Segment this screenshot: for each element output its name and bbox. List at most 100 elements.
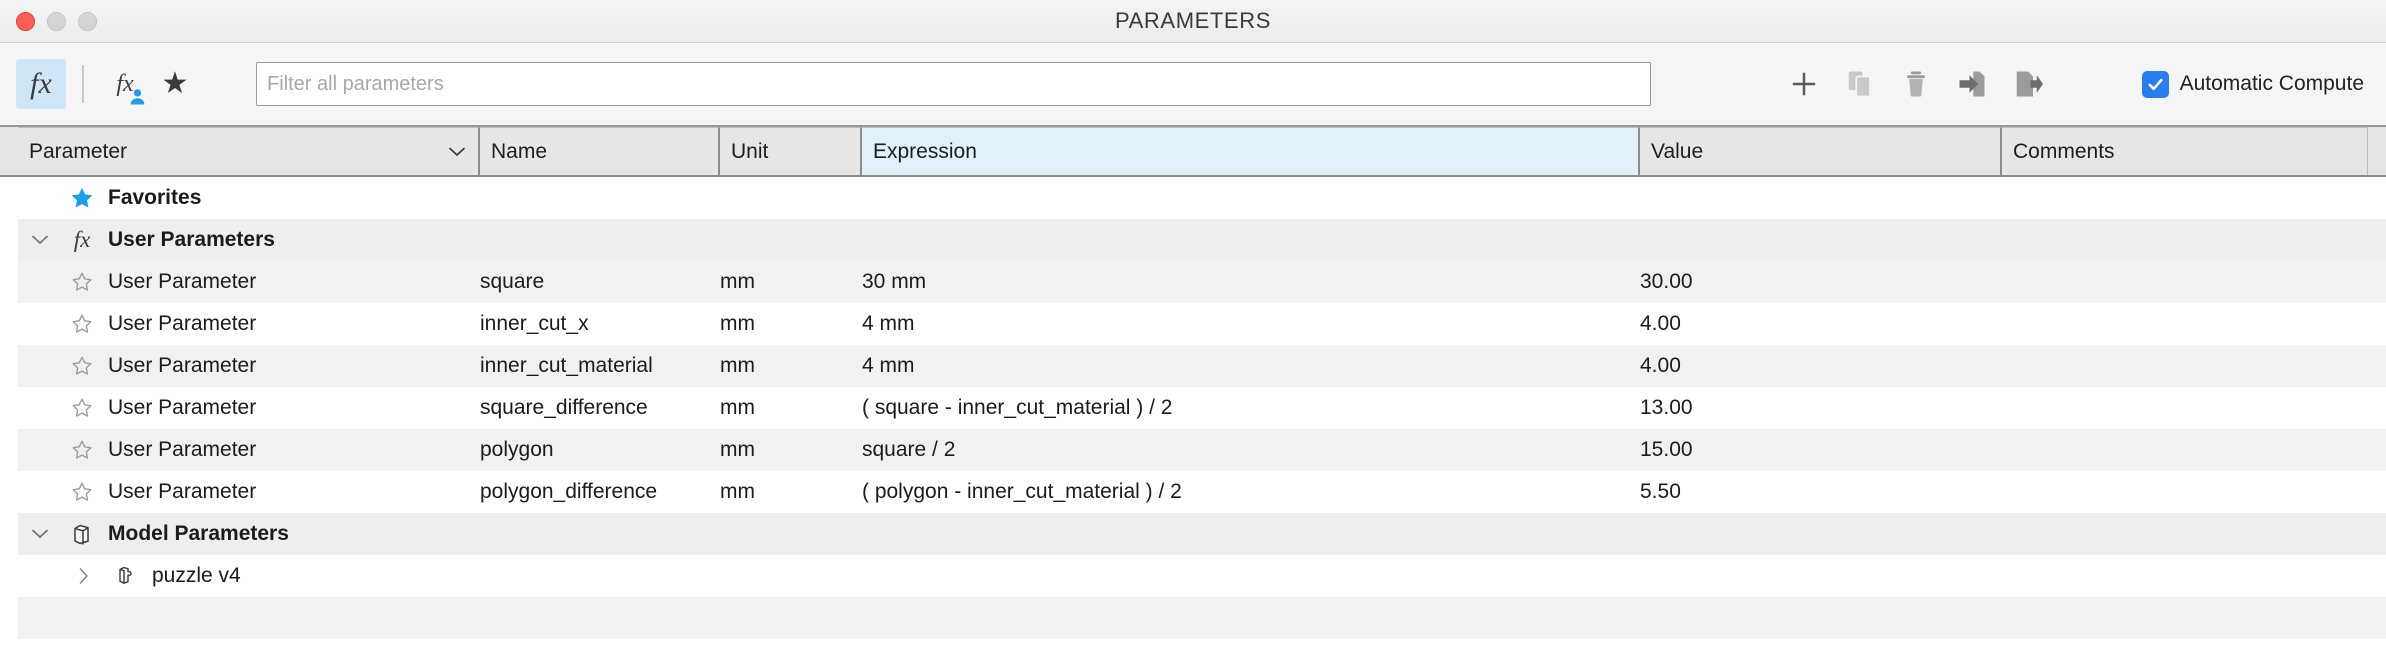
row-parameter-cell: Favorites	[18, 177, 480, 219]
table-row[interactable]: Favorites	[18, 177, 2386, 219]
column-header-comments[interactable]: Comments	[2002, 127, 2368, 175]
automatic-compute-label: Automatic Compute	[2179, 72, 2364, 95]
row-comments-cell[interactable]	[2002, 471, 2368, 513]
close-window-button[interactable]	[16, 11, 35, 31]
chevron-down-icon[interactable]	[18, 529, 62, 539]
row-name-cell	[480, 219, 720, 261]
column-header-value[interactable]: Value	[1640, 127, 2002, 175]
star-outline-icon[interactable]	[62, 312, 102, 336]
row-expression-cell[interactable]: 4 mm	[862, 345, 1640, 387]
row-value-cell	[1640, 219, 2002, 261]
row-unit-cell[interactable]: mm	[720, 471, 862, 513]
row-comments-cell[interactable]	[2002, 261, 2368, 303]
search-input[interactable]	[256, 62, 1651, 106]
minimize-window-button[interactable]	[47, 11, 66, 31]
row-name-cell[interactable]: square_difference	[480, 387, 720, 429]
delete-icon	[1906, 71, 1925, 97]
star-filled-icon	[62, 185, 102, 211]
table-empty-row	[18, 597, 2386, 639]
table-row[interactable]: fx User Parameters	[18, 219, 2386, 261]
person-badge-icon	[130, 89, 145, 105]
zoom-window-button[interactable]	[78, 11, 97, 31]
automatic-compute-checkbox[interactable]	[2141, 70, 2169, 98]
row-expression-cell[interactable]	[862, 513, 1640, 555]
star-outline-icon[interactable]	[62, 396, 102, 420]
table-row[interactable]: Model Parameters	[18, 513, 2386, 555]
add-parameter-button[interactable]	[1776, 58, 1832, 110]
star-outline-icon[interactable]	[62, 270, 102, 294]
row-unit-cell	[720, 177, 862, 219]
row-label: Favorites	[108, 186, 202, 209]
table-row[interactable]: User Parameter polygon_difference mm ( p…	[18, 471, 2386, 513]
table-row[interactable]: puzzle v4	[18, 555, 2386, 597]
column-header-name[interactable]: Name	[480, 127, 720, 175]
row-comments-cell[interactable]	[2002, 555, 2368, 597]
check-icon	[2148, 78, 2163, 90]
row-label: User Parameter	[108, 354, 257, 377]
chevron-right-icon[interactable]	[62, 568, 106, 584]
chevron-down-icon[interactable]	[18, 235, 62, 245]
row-expression-cell[interactable]: 4 mm	[862, 303, 1640, 345]
row-comments-cell[interactable]	[2002, 303, 2368, 345]
row-expression-cell[interactable]	[862, 555, 1640, 597]
row-label: User Parameter	[108, 270, 257, 293]
title-bar: PARAMETERS	[0, 0, 2386, 43]
table-row[interactable]: User Parameter polygon mm square / 2 15.…	[18, 429, 2386, 471]
star-outline-icon[interactable]	[62, 438, 102, 462]
row-comments-cell[interactable]	[2002, 345, 2368, 387]
row-name-cell[interactable]: inner_cut_material	[480, 345, 720, 387]
column-header-parameter-label: Parameter	[29, 139, 128, 163]
star-outline-icon[interactable]	[62, 354, 102, 378]
row-value-cell: 4.00	[1640, 354, 1681, 377]
fx-user-icon: fx	[102, 62, 148, 106]
row-unit-cell[interactable]: mm	[720, 261, 862, 303]
row-expression-cell[interactable]: ( polygon - inner_cut_material ) / 2	[862, 471, 1640, 513]
column-header-unit[interactable]: Unit	[720, 127, 862, 175]
row-comments-cell[interactable]	[2002, 513, 2368, 555]
row-name-cell[interactable]: square	[480, 261, 720, 303]
automatic-compute-toggle[interactable]: Automatic Compute	[2141, 70, 2364, 98]
window-title: PARAMETERS	[1115, 8, 1271, 33]
row-unit-cell[interactable]: mm	[720, 429, 862, 471]
table-row[interactable]: User Parameter inner_cut_x mm 4 mm 4.00	[18, 303, 2386, 345]
filter-field-wrapper	[256, 62, 1651, 106]
row-unit-cell[interactable]: mm	[720, 303, 862, 345]
toolbar-right-group: Automatic Compute	[1776, 58, 2368, 110]
copy-parameter-button[interactable]	[1832, 58, 1888, 110]
fx-toggle-button[interactable]: fx	[16, 59, 66, 109]
export-parameters-button[interactable]	[2000, 58, 2056, 110]
row-label: User Parameters	[108, 228, 275, 251]
row-name-cell[interactable]: inner_cut_x	[480, 303, 720, 345]
export-icon	[2016, 71, 2043, 97]
row-comments-cell[interactable]	[2002, 219, 2368, 261]
column-header-parameter[interactable]: Parameter	[18, 127, 480, 175]
column-header-value-label: Value	[1651, 139, 1704, 163]
row-expression-cell[interactable]	[862, 177, 1640, 219]
row-comments-cell[interactable]	[2002, 429, 2368, 471]
row-expression-cell[interactable]: ( square - inner_cut_material ) / 2	[862, 387, 1640, 429]
row-label: User Parameter	[108, 438, 257, 461]
new-user-parameter-button[interactable]: fx	[100, 59, 150, 109]
star-outline-icon[interactable]	[62, 480, 102, 504]
row-expression-cell[interactable]	[862, 219, 1640, 261]
row-expression-cell[interactable]: 30 mm	[862, 261, 1640, 303]
new-favorite-button[interactable]: ★	[150, 59, 200, 109]
import-parameters-button[interactable]	[1944, 58, 2000, 110]
row-parameter-cell: User Parameter	[18, 429, 480, 471]
row-expression-cell[interactable]: square / 2	[862, 429, 1640, 471]
row-name-cell	[480, 177, 720, 219]
delete-parameter-button[interactable]	[1888, 58, 1944, 110]
table-row[interactable]: User Parameter square mm 30 mm 30.00	[18, 261, 2386, 303]
row-name-cell[interactable]: polygon_difference	[480, 471, 720, 513]
parameters-table: Parameter Name Unit Expression Value Com…	[0, 127, 2386, 639]
row-unit-cell[interactable]: mm	[720, 345, 862, 387]
fx-icon: fx	[30, 67, 52, 100]
table-row[interactable]: User Parameter inner_cut_material mm 4 m…	[18, 345, 2386, 387]
row-comments-cell[interactable]	[2002, 387, 2368, 429]
column-header-expression[interactable]: Expression	[862, 127, 1640, 175]
row-name-cell[interactable]: polygon	[480, 429, 720, 471]
table-row[interactable]: User Parameter square_difference mm ( sq…	[18, 387, 2386, 429]
row-comments-cell[interactable]	[2002, 177, 2368, 219]
row-unit-cell[interactable]: mm	[720, 387, 862, 429]
toolbar: fx fx ★ Filter all parameters Automatic …	[0, 43, 2386, 127]
